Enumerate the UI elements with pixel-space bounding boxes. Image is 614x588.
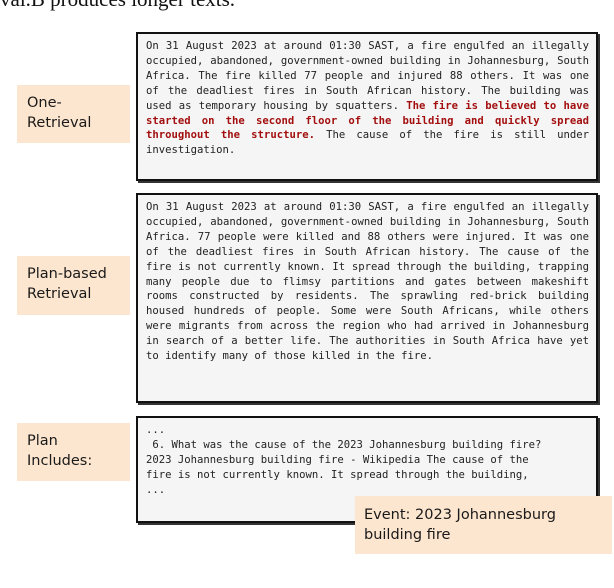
plan-line: fire is not currently known. It spread t…: [146, 468, 529, 481]
plan-based-retrieval-text: On 31 August 2023 at around 01:30 SAST, …: [146, 201, 589, 363]
event-label: Event: 2023 Johannesburg building fire: [355, 496, 612, 554]
plan-line: 2023 Johannesburg building fire - Wikipe…: [146, 453, 529, 466]
label-one-retrieval: One-Retrieval: [17, 85, 130, 143]
label-plan-based-retrieval: Plan-based Retrieval: [17, 256, 130, 315]
one-retrieval-textbox: On 31 August 2023 at around 01:30 SAST, …: [136, 32, 598, 181]
label-plan-includes: Plan Includes:: [17, 423, 130, 481]
plan-line: ...: [146, 424, 166, 436]
plan-line: 6. What was the cause of the 2023 Johann…: [146, 438, 542, 451]
plan-based-retrieval-textbox: On 31 August 2023 at around 01:30 SAST, …: [136, 193, 598, 403]
caption-fragment: val.B produces longer texts.: [0, 0, 614, 12]
